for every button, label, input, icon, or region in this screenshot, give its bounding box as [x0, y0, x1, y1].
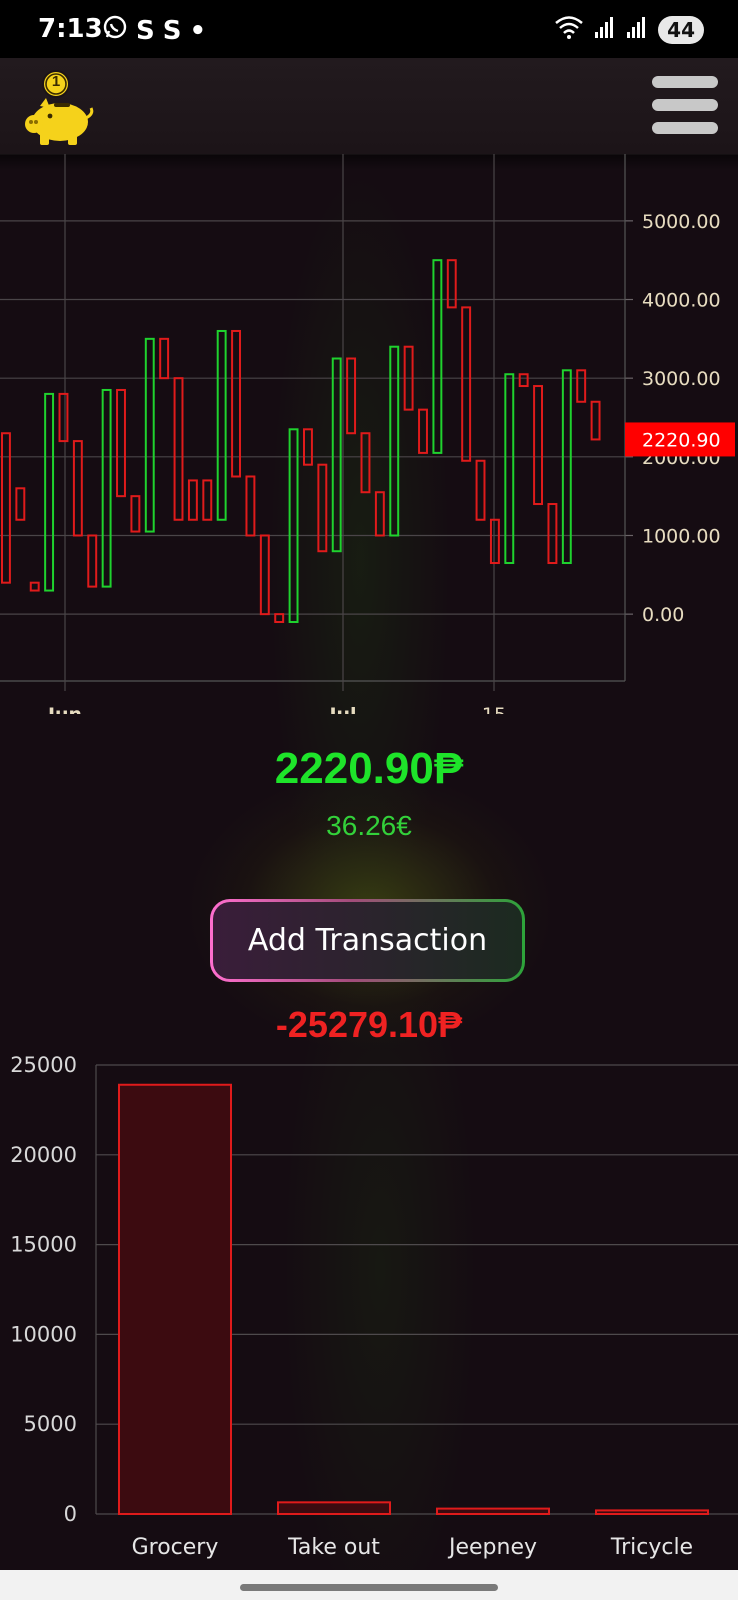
s-icon: S: [162, 15, 182, 46]
bars: [118, 1083, 709, 1515]
bar-tricycle: [595, 1509, 709, 1515]
bar-jeepney: [436, 1507, 550, 1515]
hamburger-menu-icon[interactable]: [628, 68, 738, 144]
candle: [202, 479, 213, 521]
bar-y-tick-label: 20000: [10, 1143, 77, 1167]
candle: [317, 463, 328, 553]
candle: [274, 613, 285, 624]
candle: [44, 392, 55, 592]
y-tick-label: 5000.00: [642, 211, 721, 233]
expense-category-bar-chart: 25000 20000 15000 10000 5000 0 Grocery Take ou…: [10, 1053, 738, 1560]
candle: [288, 428, 299, 624]
candle: [116, 388, 126, 498]
candle: [547, 503, 558, 565]
balance-eur-amount: 36.26€: [326, 810, 412, 841]
candle: [173, 377, 184, 521]
candle: [489, 518, 500, 565]
y-tick-label: 4000.00: [642, 290, 721, 312]
candle: [101, 388, 112, 588]
candle: [561, 369, 572, 565]
candle: [518, 373, 529, 388]
whatsapp-icon: [102, 14, 128, 47]
y-tick-label: 1000.00: [642, 525, 721, 547]
candle: [72, 440, 83, 537]
x-axis-labels: Jun Jul 15: [46, 704, 506, 714]
bar-take-out: [277, 1501, 391, 1515]
bar-y-axis-labels: 25000 20000 15000 10000 5000 0: [10, 1053, 77, 1526]
candle: [346, 357, 357, 435]
candle: [360, 432, 371, 494]
bar-x-tick-label: Take out: [287, 1535, 380, 1560]
candle: [245, 475, 256, 537]
battery-level: 44: [658, 15, 704, 44]
candle: [576, 369, 587, 403]
candle: [144, 337, 155, 533]
bar-y-tick-label: 25000: [10, 1053, 77, 1077]
candle: [590, 400, 601, 441]
x-tick-label: 15: [482, 704, 506, 714]
candle: [446, 259, 457, 309]
bar-grocery: [118, 1083, 232, 1515]
candle: [389, 345, 400, 537]
candle: [58, 392, 69, 443]
wifi-icon: [554, 14, 584, 45]
candle: [159, 337, 170, 380]
candle: [475, 459, 486, 521]
candle: [231, 329, 242, 478]
candles: [1, 259, 601, 624]
bar-x-axis-labels: Grocery Take out Jeepney Tricycle: [132, 1535, 694, 1560]
bar-y-tick-label: 0: [64, 1502, 77, 1526]
candle: [504, 373, 515, 565]
app-header: 1: [0, 58, 738, 155]
bar-x-tick-label: Jeepney: [447, 1535, 537, 1560]
candle: [303, 428, 313, 466]
bar-x-tick-label: Grocery: [132, 1535, 219, 1560]
bar-y-tick-label: 10000: [10, 1322, 77, 1346]
candle: [533, 385, 544, 506]
candle: [374, 491, 385, 537]
chart-grid: [0, 154, 633, 691]
piggy-bank-icon[interactable]: 1: [20, 66, 96, 146]
candle: [29, 581, 40, 592]
candle: [418, 408, 428, 454]
bar-y-tick-label: 15000: [10, 1233, 77, 1257]
last-price-tag: 2220.90: [625, 422, 735, 457]
candle: [130, 495, 141, 533]
candle: [432, 259, 443, 454]
x-tick-label: Jul: [327, 704, 356, 714]
signal-icon: [626, 15, 648, 44]
dot-icon: •: [189, 15, 207, 46]
candle: [461, 306, 472, 462]
price-tag-label: 2220.90: [642, 429, 721, 451]
coin-badge: 1: [51, 73, 61, 90]
bar-y-tick-label: 5000: [24, 1412, 77, 1436]
candle: [259, 534, 270, 616]
balance-amount: 2220.90₱: [274, 744, 464, 793]
signal-icon: [594, 15, 616, 44]
balance-candlestick-chart[interactable]: 5000.004000.003000.002000.001000.000.00 …: [0, 154, 738, 714]
status-time: 7:13: [38, 14, 103, 44]
notification-icons: S S •: [102, 14, 206, 47]
candle: [216, 329, 227, 521]
system-icons: 44: [554, 14, 704, 45]
candle: [187, 479, 198, 521]
add-transaction-button[interactable]: Add Transaction: [210, 899, 525, 982]
gesture-handle[interactable]: [240, 1584, 498, 1591]
candle: [1, 432, 11, 584]
candle: [87, 534, 98, 588]
y-axis-labels: 5000.004000.003000.002000.001000.000.00: [642, 211, 721, 626]
status-bar: 7:13 S S • 44: [0, 0, 738, 58]
candle: [15, 487, 26, 521]
y-tick-label: 3000.00: [642, 368, 721, 390]
x-tick-label: Jun: [46, 704, 82, 714]
y-tick-label: 0.00: [642, 604, 684, 626]
s-icon: S: [136, 15, 155, 46]
bar-x-tick-label: Tricycle: [610, 1535, 693, 1560]
gesture-nav-area: [0, 1570, 738, 1600]
candle: [331, 357, 342, 553]
